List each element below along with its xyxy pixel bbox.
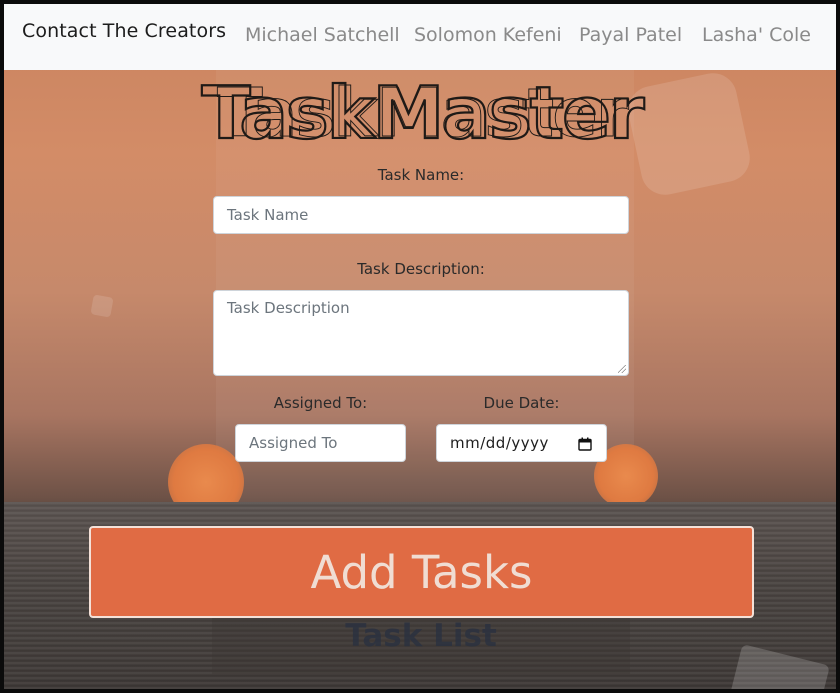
due-date-input[interactable]: mm/dd/yyyy [436,424,607,462]
task-description-placeholder: Task Description [227,299,350,317]
background-decoration [90,294,114,318]
task-name-placeholder: Task Name [227,206,309,224]
nav-link-payal-patel[interactable]: Payal Patel [579,24,682,46]
task-name-input[interactable]: Task Name [213,196,629,234]
task-description-textarea[interactable]: Task Description [213,290,629,376]
due-date-value: mm/dd/yyyy [450,434,549,452]
add-tasks-button[interactable]: Add Tasks [89,526,754,618]
task-description-label: Task Description: [357,260,485,278]
calendar-icon[interactable] [578,437,592,451]
nav-link-lasha-cole[interactable]: Lasha' Cole [702,24,811,46]
nav-link-michael-satchell[interactable]: Michael Satchell [245,24,400,46]
navbar-brand[interactable]: Contact The Creators [22,20,226,42]
app-title-logo: TaskMaster TaskMaster [200,70,648,156]
top-navbar: Contact The Creators Michael Satchell So… [4,4,836,70]
app-title-inline: TaskMaster [217,78,629,144]
assigned-to-label: Assigned To: [273,394,368,412]
app-title: TaskMaster TaskMaster [150,70,695,156]
resize-grip-icon[interactable] [618,365,626,373]
assigned-to-placeholder: Assigned To [249,434,338,452]
assigned-to-input[interactable]: Assigned To [235,424,406,462]
task-name-label: Task Name: [377,166,465,184]
task-list-title: Task List [345,618,497,654]
due-date-label: Due Date: [483,394,560,412]
nav-link-solomon-kefeni[interactable]: Solomon Kefeni [414,24,562,46]
